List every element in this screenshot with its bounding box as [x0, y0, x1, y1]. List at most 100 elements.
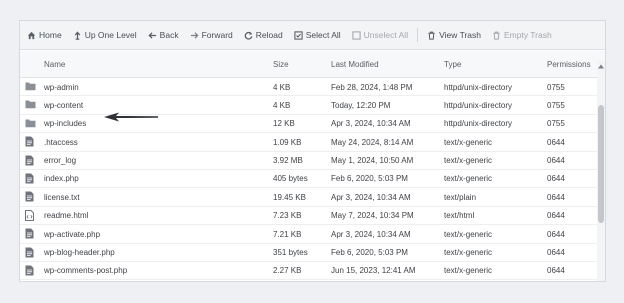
file-permissions: 0644 — [547, 211, 565, 221]
checkbox-empty-icon — [352, 30, 361, 40]
file-permissions: 0644 — [547, 174, 565, 184]
forward-button[interactable]: Forward — [190, 30, 233, 40]
home-button[interactable]: Home — [27, 30, 62, 40]
file-type: text/html — [444, 211, 475, 221]
column-header-name[interactable]: Name — [44, 60, 65, 69]
file-list: wp-admin 4 KB Feb 28, 2024, 1:48 PM httpd/u… — [20, 78, 600, 281]
unselect-all-button[interactable]: Unselect All — [352, 30, 408, 40]
file-type: text/plain — [444, 192, 477, 202]
file-row[interactable]: index.php 405 bytes Feb 6, 2020, 5:03 PM te… — [20, 170, 600, 189]
file-row[interactable]: readme.html 7.23 KB May 7, 2024, 10:34 PM t… — [20, 207, 600, 226]
file-size: 2.27 KB — [273, 266, 302, 276]
file-permissions: 0644 — [547, 248, 565, 258]
column-header-type[interactable]: Type — [444, 60, 461, 69]
empty-trash-label: Empty Trash — [503, 30, 552, 40]
view-trash-button[interactable]: View Trash — [427, 30, 481, 40]
trash-icon — [492, 31, 501, 40]
reload-label: Reload — [255, 30, 283, 40]
file-last-modified: Apr 3, 2024, 10:34 AM — [331, 192, 411, 202]
file-permissions: 0644 — [547, 156, 565, 166]
file-name: wp-content — [44, 100, 84, 110]
file-row[interactable]: wp-blog-header.php 351 bytes Feb 6, 2020, … — [20, 244, 600, 262]
file-name: wp-includes — [44, 119, 87, 129]
file-type: text/x-generic — [444, 229, 493, 239]
file-row[interactable]: wp-admin 4 KB Feb 28, 2024, 1:48 PM httpd/u… — [20, 78, 600, 97]
file-size: 7.23 KB — [273, 211, 302, 221]
file-type: text/x-generic — [444, 137, 493, 147]
file-type: text/x-generic — [444, 248, 493, 258]
file-name: wp-blog-header.php — [44, 248, 115, 258]
arrow-left-icon — [148, 31, 157, 40]
select-all-button[interactable]: Select All — [294, 30, 341, 40]
up-one-level-button[interactable]: Up One Level — [73, 30, 137, 40]
file-last-modified: May 1, 2024, 10:50 AM — [331, 156, 414, 166]
back-label: Back — [159, 30, 179, 40]
file-last-modified: May 7, 2024, 10:34 PM — [331, 211, 414, 221]
file-icon — [25, 228, 34, 241]
file-type: text/x-generic — [444, 156, 493, 166]
file-last-modified: May 24, 2024, 8:14 AM — [331, 137, 414, 147]
file-type: text/x-generic — [444, 266, 493, 276]
trash-icon — [427, 31, 436, 40]
checkbox-checked-icon — [294, 30, 303, 40]
file-permissions: 0755 — [547, 100, 565, 110]
file-last-modified: Apr 3, 2024, 10:34 AM — [331, 229, 411, 239]
file-permissions: 0644 — [547, 229, 565, 239]
file-row[interactable]: license.txt 19.45 KB Apr 3, 2024, 10:34 AM… — [20, 188, 600, 207]
reload-button[interactable]: Reload — [244, 30, 283, 40]
file-row[interactable]: .htaccess 1.09 KB May 24, 2024, 8:14 AM tex… — [20, 133, 600, 152]
file-permissions: 0644 — [547, 266, 565, 276]
file-name: wp-activate.php — [44, 229, 101, 239]
file-name: license.txt — [44, 192, 80, 202]
view-trash-label: View Trash — [439, 30, 481, 40]
file-icon — [25, 247, 34, 260]
file-row[interactable]: wp-config-sample.php2.94 KBApr 3, 2024, … — [20, 280, 600, 281]
annotation-arrow-icon — [104, 112, 158, 122]
file-size: 3.92 MB — [273, 156, 303, 166]
forward-label: Forward — [201, 30, 233, 40]
file-name: readme.html — [44, 211, 89, 221]
toolbar-divider — [417, 28, 419, 42]
file-type: httpd/unix-directory — [444, 82, 513, 92]
reload-icon — [244, 31, 253, 40]
file-row[interactable]: error_log 3.92 MB May 1, 2024, 10:50 AM tex… — [20, 152, 600, 170]
home-icon — [27, 31, 36, 40]
file-icon — [25, 136, 34, 149]
file-permissions: 0644 — [547, 137, 565, 147]
file-icon — [25, 155, 34, 168]
file-row[interactable]: wp-activate.php 7.21 KB Apr 3, 2024, 10:34… — [20, 225, 600, 244]
file-name: error_log — [44, 156, 77, 166]
back-button[interactable]: Back — [148, 30, 179, 40]
home-label: Home — [39, 30, 62, 40]
file-permissions: 0755 — [547, 82, 565, 92]
file-size: 12 KB — [273, 119, 295, 129]
file-permissions: 0644 — [547, 192, 565, 202]
file-type: text/x-generic — [444, 174, 493, 184]
file-size: 19.45 KB — [273, 192, 306, 202]
file-last-modified: Feb 28, 2024, 1:48 PM — [331, 82, 413, 92]
file-name: wp-admin — [44, 82, 79, 92]
vertical-scrollbar[interactable] — [597, 61, 605, 281]
unselect-all-label: Unselect All — [363, 30, 409, 40]
file-permissions: 0755 — [547, 119, 565, 129]
table-header: Name Size Last Modified Type Permissions — [20, 51, 605, 78]
column-header-last-modified[interactable]: Last Modified — [331, 60, 379, 69]
arrow-right-icon — [190, 31, 199, 40]
file-size: 405 bytes — [273, 174, 308, 184]
select-all-label: Select All — [305, 30, 341, 40]
scroll-up-icon[interactable] — [597, 61, 605, 71]
file-row[interactable]: wp-comments-post.php 2.27 KB Jun 15, 2023,… — [20, 262, 600, 281]
file-size: 4 KB — [273, 100, 291, 110]
file-icon — [25, 173, 34, 186]
folder-icon — [25, 99, 36, 111]
file-manager-panel: Home Up One Level Back Forward Reload Se… — [19, 20, 606, 282]
empty-trash-button[interactable]: Empty Trash — [492, 30, 552, 40]
file-last-modified: Today, 12:20 PM — [331, 100, 391, 110]
folder-icon — [25, 81, 36, 93]
scrollbar-thumb[interactable] — [598, 105, 604, 223]
column-header-permissions[interactable]: Permissions — [547, 60, 591, 69]
file-size: 7.21 KB — [273, 229, 302, 239]
file-name: .htaccess — [44, 137, 78, 147]
file-icon — [25, 191, 34, 204]
column-header-size[interactable]: Size — [273, 60, 289, 69]
